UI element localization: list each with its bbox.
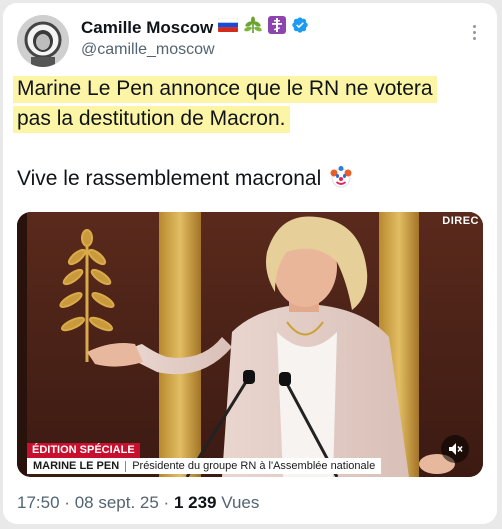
- author-handle[interactable]: @camille_moscow: [81, 41, 215, 59]
- verified-icon: [291, 16, 309, 39]
- tweet-text-line-1: Marine Le Pen annonce que le RN ne voter…: [13, 76, 437, 103]
- muted-speaker-icon: [449, 443, 463, 455]
- mute-button[interactable]: [441, 435, 469, 463]
- tweet-text-line-2: pas la destitution de Macron.: [13, 106, 290, 133]
- views-count: 1 239: [173, 493, 217, 512]
- more-options-icon[interactable]: [471, 25, 477, 45]
- author-display-name[interactable]: Camille Moscow: [81, 18, 213, 38]
- video-media[interactable]: DIREC ÉDITION SPÉCIALE MARINE LE PEN Pré…: [17, 212, 483, 477]
- clown-face-icon: [330, 166, 352, 188]
- tweet-date[interactable]: 08 sept. 25: [75, 493, 159, 512]
- tweet-text-line-3: Vive le rassemblement macronal: [17, 165, 353, 192]
- tweet-card: Camille Moscow @camille_moscow Marine Le…: [3, 3, 497, 524]
- meta-separator: ·: [163, 493, 170, 512]
- banner-separator: [125, 460, 127, 472]
- meta-separator: ·: [64, 493, 70, 512]
- banner-speaker-name: MARINE LE PEN: [33, 460, 120, 472]
- views-label: Vues: [221, 493, 260, 512]
- orthodox-cross-icon: [268, 16, 287, 39]
- banner-speaker-title: Présidente du groupe RN à l'Assemblée na…: [132, 460, 376, 472]
- live-tag: DIREC: [442, 215, 479, 227]
- tweet-time[interactable]: 17:50: [17, 493, 60, 512]
- avatar[interactable]: [17, 15, 69, 67]
- herb-icon: [243, 16, 263, 39]
- author-name-row[interactable]: Camille Moscow: [81, 16, 309, 39]
- russia-flag-icon: [218, 17, 239, 37]
- banner-special-edition: ÉDITION SPÉCIALE: [27, 443, 140, 458]
- banner-caption: MARINE LE PEN Présidente du groupe RN à …: [27, 458, 382, 474]
- tweet-meta: 17:50 · 08 sept. 25 · 1 239 Vues: [17, 493, 259, 513]
